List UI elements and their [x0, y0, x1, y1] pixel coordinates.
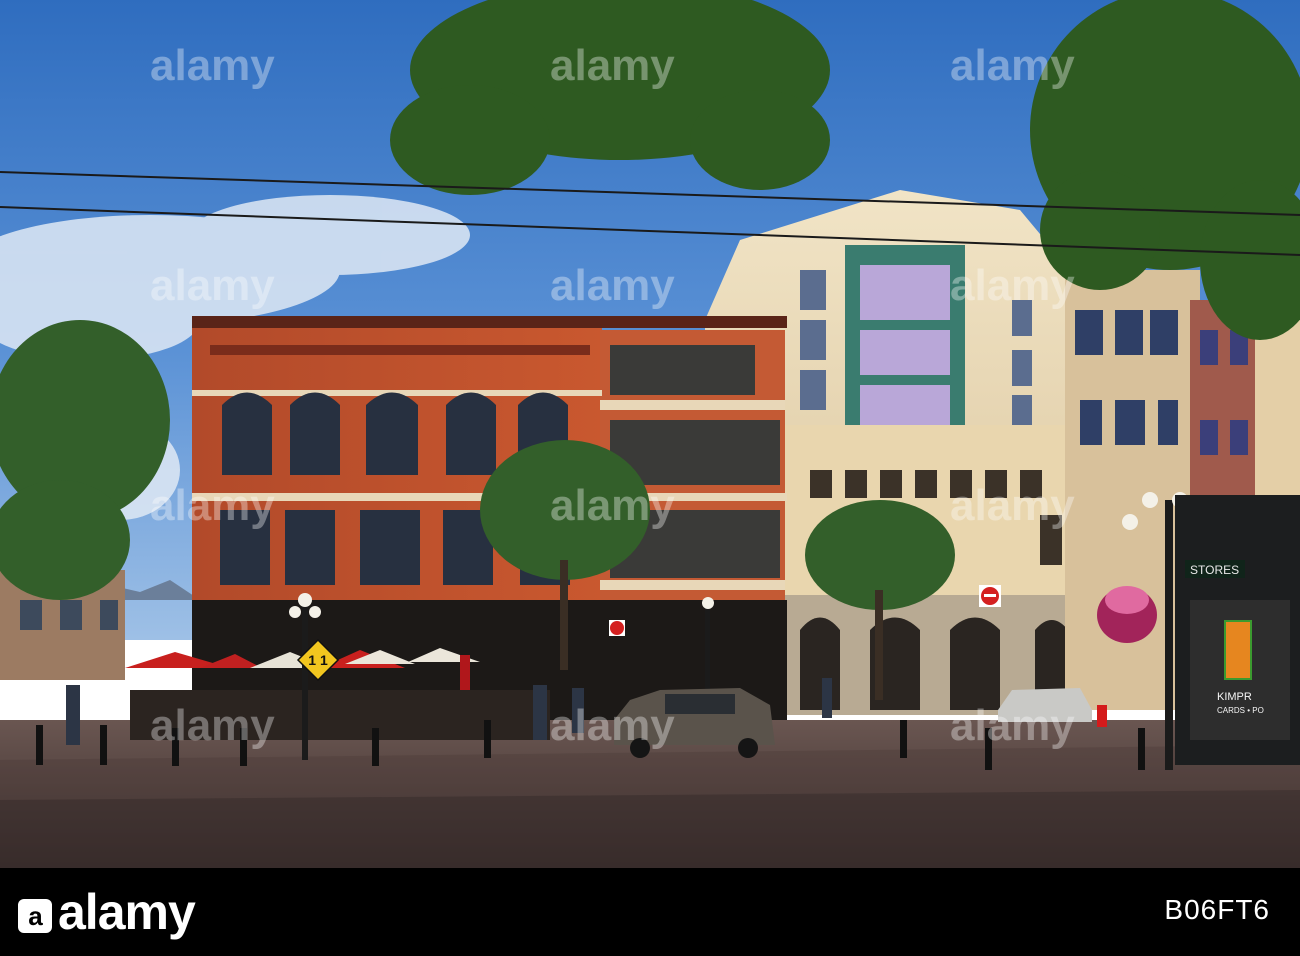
shop-sign-line2: CARDS • PO: [1217, 706, 1264, 715]
road-shadow-bands: [0, 790, 1300, 868]
street-photo: 1 1 STORES KIMPR CARDS • PO alamy alamy …: [0, 0, 1300, 868]
alamy-logo-icon: a: [18, 898, 52, 933]
traffic-sign-text: 1 1: [308, 652, 328, 668]
svg-text:alamy: alamy: [150, 41, 275, 90]
svg-text:a: a: [28, 901, 43, 931]
svg-text:alamy: alamy: [550, 41, 675, 90]
svg-text:alamy: alamy: [550, 701, 675, 750]
footer-bar: a alamy B06FT6: [0, 868, 1300, 956]
svg-text:alamy: alamy: [950, 481, 1075, 530]
image-id: B06FT6: [1164, 894, 1270, 925]
svg-text:alamy: alamy: [150, 261, 275, 310]
stores-sign-text: STORES: [1190, 563, 1239, 577]
alamy-logo[interactable]: a alamy: [18, 882, 196, 942]
svg-text:alamy: alamy: [950, 41, 1075, 90]
svg-text:alamy: alamy: [950, 701, 1075, 750]
svg-text:alamy: alamy: [150, 481, 275, 530]
alamy-brand-text: alamy: [58, 884, 196, 940]
svg-text:alamy: alamy: [950, 261, 1075, 310]
shop-sign-line1: KIMPR: [1217, 691, 1252, 703]
fire-hydrant: [1097, 705, 1107, 727]
svg-text:alamy: alamy: [550, 481, 675, 530]
svg-text:alamy: alamy: [550, 261, 675, 310]
corner-pavilion: STORES KIMPR CARDS • PO: [1175, 495, 1300, 765]
svg-text:alamy: alamy: [150, 701, 275, 750]
